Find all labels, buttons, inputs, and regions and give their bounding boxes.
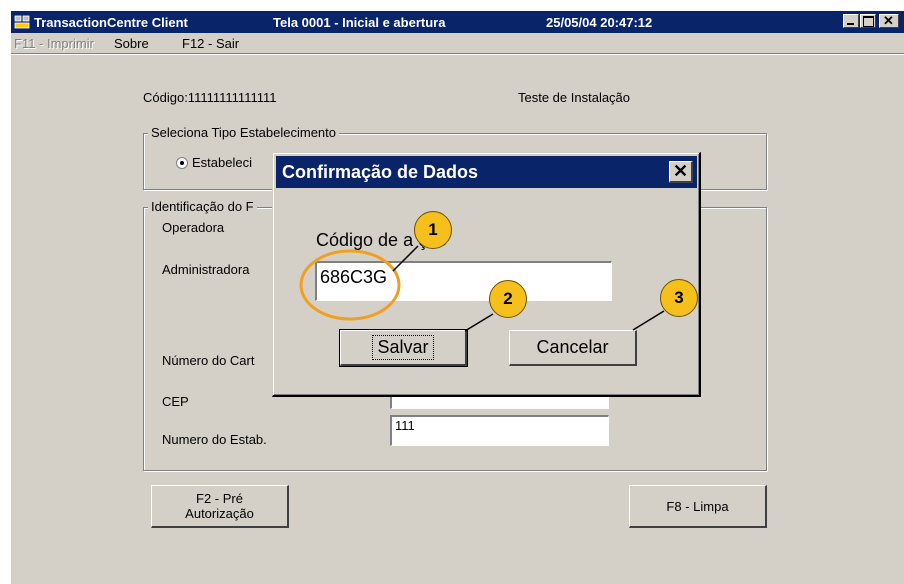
- estab-number-label: Numero do Estab.: [162, 432, 267, 447]
- install-label: Teste de Instalação: [518, 90, 631, 105]
- menu-divider: [11, 53, 904, 55]
- app-icon: [14, 14, 30, 30]
- establishment-radio[interactable]: [176, 157, 188, 169]
- operator-label: Operadora: [162, 220, 225, 235]
- establishment-radio-label: Estabeleci: [192, 155, 252, 170]
- minimize-button[interactable]: [843, 14, 859, 28]
- dialog-title: Confirmação de Dados: [282, 162, 479, 182]
- close-button[interactable]: ✕: [879, 13, 899, 28]
- maximize-icon: [863, 16, 874, 27]
- group-title-establishment: Seleciona Tipo Estabelecimento: [148, 125, 340, 140]
- auth-code-input[interactable]: 686C3G: [315, 261, 612, 301]
- group-title-identification: Identificação do F: [148, 199, 257, 214]
- close-icon: ✕: [883, 13, 894, 28]
- cancel-button[interactable]: Cancelar: [509, 330, 637, 366]
- datetime-text: 25/05/04 20:47:12: [546, 15, 653, 30]
- menu-about[interactable]: Sobre: [114, 36, 149, 51]
- preauth-line2: Autorização: [185, 506, 254, 521]
- radio-selected-dot: [180, 161, 184, 165]
- menu-bar: F11 - Imprimir Sobre F12 - Sair: [11, 33, 904, 53]
- title-bar[interactable]: TransactionCentre Client Tela 0001 - Ini…: [11, 11, 904, 33]
- menu-print[interactable]: F11 - Imprimir: [14, 36, 94, 51]
- preauth-line1: F2 - Pré: [196, 491, 243, 506]
- dialog-title-bar[interactable]: Confirmação de Dados ✕: [276, 156, 697, 188]
- maximize-button[interactable]: [860, 14, 876, 28]
- app-title: TransactionCentre Client: [34, 15, 188, 30]
- preauth-button[interactable]: F2 - Pré Autorização: [151, 485, 289, 528]
- save-label: Salvar: [372, 335, 434, 360]
- clear-button[interactable]: F8 - Limpa: [629, 485, 767, 528]
- save-button[interactable]: Salvar: [339, 329, 468, 367]
- dialog-close-button[interactable]: ✕: [669, 161, 693, 183]
- callout-3: 3: [660, 279, 698, 317]
- confirm-dialog: Confirmação de Dados ✕ Código de a ção 6…: [272, 152, 701, 397]
- code-label: Código:11111111111111: [143, 90, 277, 105]
- card-number-label: Número do Cart: [162, 353, 255, 368]
- callout-1: 1: [414, 211, 452, 249]
- screen-title: Tela 0001 - Inicial e abertura: [273, 15, 446, 30]
- estab-number-field[interactable]: 111: [390, 415, 609, 446]
- close-icon: ✕: [672, 161, 689, 181]
- menu-exit[interactable]: F12 - Sair: [182, 36, 239, 51]
- administrator-label: Administradora: [162, 262, 250, 277]
- minimize-icon: [847, 23, 854, 25]
- cep-label: CEP: [162, 394, 189, 409]
- callout-2: 2: [489, 280, 527, 318]
